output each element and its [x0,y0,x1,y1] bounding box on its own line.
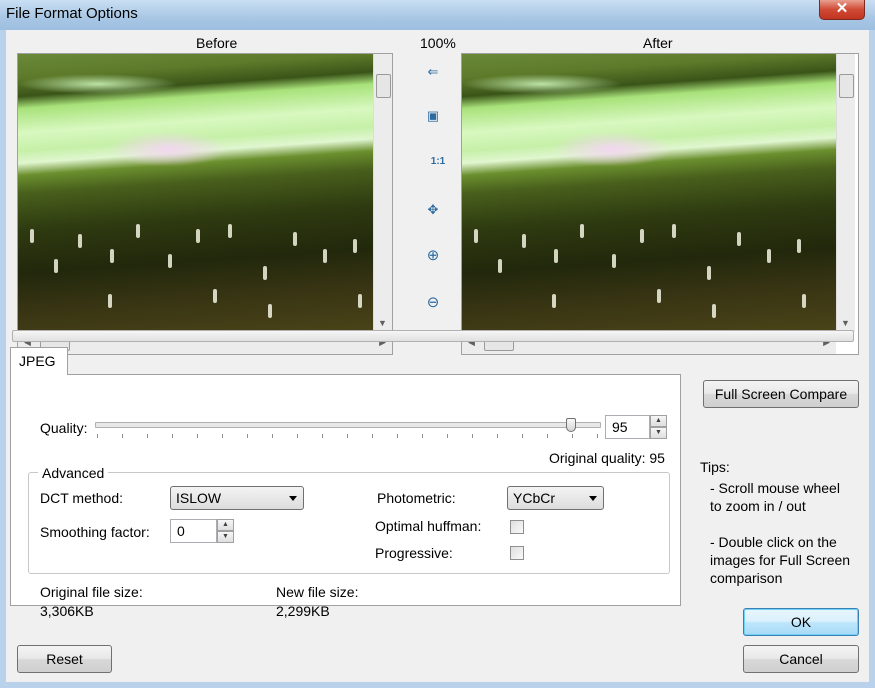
slider-tick [322,434,323,438]
slider-tick [472,434,473,438]
scroll-down-icon[interactable]: ▼ [378,318,387,328]
quality-stepper[interactable]: ▲ ▼ [650,415,667,439]
new-file-size-value: 2,299KB [276,603,330,619]
slider-tick [597,434,598,438]
quality-label: Quality: [40,420,88,436]
quality-slider-thumb[interactable] [566,418,576,432]
slider-tick [547,434,548,438]
optimal-huffman-label: Optimal huffman: [375,518,482,534]
actual-size-icon[interactable]: 1:1 [427,153,449,171]
tab-jpeg-label: JPEG [19,353,56,369]
slider-tick [447,434,448,438]
before-image-pane[interactable]: ▼ ◀ ▶ [17,53,393,355]
before-image[interactable] [18,54,392,332]
before-vertical-scrollbar[interactable]: ▼ [373,54,392,332]
progressive-checkbox[interactable] [510,546,524,560]
slider-tick [172,434,173,438]
original-quality-text: Original quality: 95 [549,450,665,466]
slider-tick [97,434,98,438]
zoom-level: 100% [420,35,456,51]
photometric-select[interactable]: YCbCr [507,486,604,510]
sync-arrow-icon[interactable]: ⇐ [424,63,442,81]
before-vertical-scroll-thumb[interactable] [376,74,391,98]
zoom-in-icon[interactable]: ⊕ [424,247,442,265]
tips-title: Tips: [700,459,730,475]
close-button[interactable]: ✕ [819,0,865,20]
slider-tick [222,434,223,438]
smoothing-factor-value: 0 [177,523,185,539]
after-image[interactable] [462,54,836,332]
after-vertical-scrollbar[interactable]: ▼ [836,54,855,332]
new-file-size-label: New file size: [276,584,359,600]
chevron-down-icon [589,496,597,501]
after-image-pane[interactable]: ▼ ◀ ▶ [461,53,859,355]
quality-down-icon[interactable]: ▼ [650,427,667,439]
zoom-out-icon[interactable]: ⊖ [424,294,442,312]
smoothing-up-icon[interactable]: ▲ [217,519,234,531]
ok-button[interactable]: OK [743,608,859,636]
slider-tick [122,434,123,438]
tip-line-3: - Double click on the [710,534,837,550]
slider-tick [422,434,423,438]
quality-input[interactable]: 95 [605,415,650,439]
chevron-down-icon [289,496,297,501]
original-file-size-label: Original file size: [40,584,143,600]
fit-image-icon[interactable]: ✥ [424,201,442,219]
dct-method-label: DCT method: [40,490,123,506]
tip-line-2: to zoom in / out [710,498,806,514]
before-label: Before [196,35,238,51]
slider-tick [247,434,248,438]
slider-tick [397,434,398,438]
advanced-label: Advanced [38,465,109,481]
progress-bar [12,330,854,342]
after-vertical-scroll-thumb[interactable] [839,74,854,98]
progressive-label: Progressive: [375,545,453,561]
slider-tick [497,434,498,438]
smoothing-factor-input[interactable]: 0 [170,519,217,543]
cancel-button[interactable]: Cancel [743,645,859,673]
dct-method-value: ISLOW [176,490,222,506]
tip-line-5: comparison [710,570,783,586]
original-file-size-value: 3,306KB [40,603,94,619]
optimal-huffman-checkbox[interactable] [510,520,524,534]
slider-tick [272,434,273,438]
tip-line-4: images for Full Screen [710,552,851,568]
reset-button[interactable]: Reset [17,645,112,673]
after-label: After [643,35,673,51]
close-icon: ✕ [835,0,849,17]
full-screen-compare-button[interactable]: Full Screen Compare [703,380,859,408]
quality-value: 95 [612,419,628,435]
tab-jpeg[interactable]: JPEG [10,347,68,375]
slider-tick [347,434,348,438]
smoothing-factor-stepper[interactable]: ▲ ▼ [217,519,234,543]
smoothing-down-icon[interactable]: ▼ [217,531,234,543]
slider-tick [572,434,573,438]
dct-method-select[interactable]: ISLOW [170,486,304,510]
scroll-down-icon[interactable]: ▼ [841,318,850,328]
slider-tick [372,434,373,438]
quality-up-icon[interactable]: ▲ [650,415,667,427]
smoothing-factor-label: Smoothing factor: [40,524,150,540]
slider-tick [297,434,298,438]
title-bar[interactable]: File Format Options ✕ [0,0,875,30]
photometric-label: Photometric: [377,490,456,506]
photometric-value: YCbCr [513,490,556,506]
slider-tick [522,434,523,438]
fit-window-icon[interactable]: ▣ [424,107,442,125]
slider-tick [197,434,198,438]
tip-line-1: - Scroll mouse wheel [710,480,840,496]
window-title: File Format Options [6,5,138,22]
slider-tick [147,434,148,438]
quality-slider-track[interactable] [95,422,601,428]
